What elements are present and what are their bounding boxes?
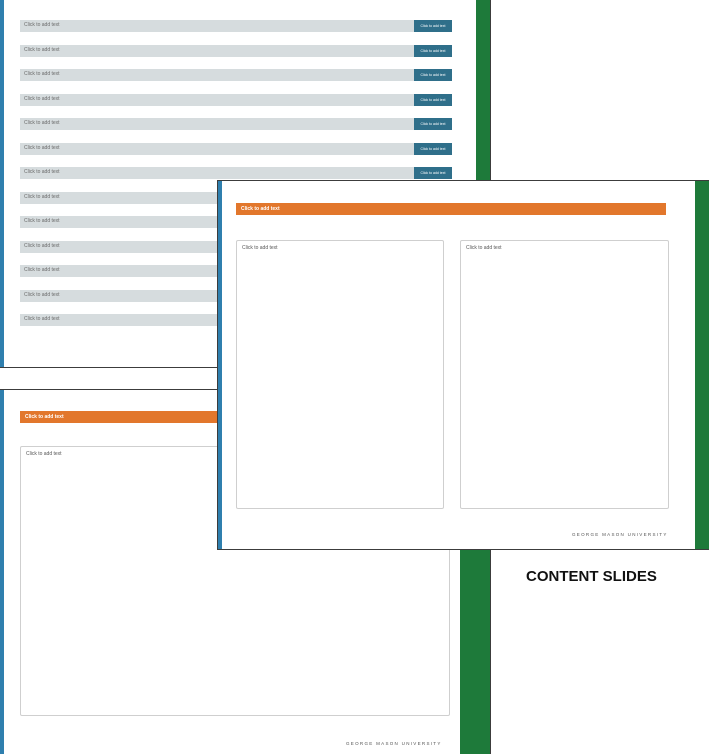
slide-footer-university: GEORGE MASON UNIVERSITY bbox=[572, 532, 668, 537]
content-placeholder-text: Click to add text bbox=[26, 451, 62, 457]
slide-footer-university: GEORGE MASON UNIVERSITY bbox=[346, 741, 442, 746]
list-row-button[interactable]: Click to add text bbox=[414, 44, 452, 57]
list-row[interactable]: Click to add text Click to add text bbox=[20, 167, 452, 179]
left-column-placeholder-box[interactable]: Click to add text bbox=[236, 240, 444, 509]
list-row-text: Click to add text bbox=[24, 71, 60, 77]
slide-title-placeholder: Click to add text bbox=[241, 206, 280, 212]
list-row-button[interactable]: Click to add text bbox=[414, 69, 452, 81]
list-row-text: Click to add text bbox=[24, 316, 60, 322]
list-row-text: Click to add text bbox=[24, 22, 60, 28]
list-row-button[interactable]: Click to add text bbox=[414, 20, 452, 32]
list-row[interactable]: Click to add text Click to add text bbox=[20, 44, 452, 57]
list-row-text: Click to add text bbox=[24, 95, 60, 102]
slide-left-accent-bar bbox=[0, 0, 4, 367]
list-row-button[interactable]: Click to add text bbox=[414, 118, 452, 130]
slide-title-placeholder: Click to add text bbox=[25, 414, 64, 420]
right-column-placeholder-text: Click to add text bbox=[466, 245, 502, 251]
list-row-button[interactable]: Click to add text bbox=[414, 142, 452, 155]
list-row-text: Click to add text bbox=[24, 242, 60, 249]
list-row[interactable]: Click to add text Click to add text bbox=[20, 93, 452, 106]
list-row[interactable]: Click to add text Click to add text bbox=[20, 69, 452, 81]
slide-right-accent-bar bbox=[695, 181, 709, 549]
slide-left-accent-bar bbox=[0, 390, 4, 754]
list-row-text: Click to add text bbox=[24, 46, 60, 53]
slide-left-accent-bar bbox=[218, 181, 222, 549]
right-column-placeholder-box[interactable]: Click to add text bbox=[460, 240, 669, 509]
list-row-text: Click to add text bbox=[24, 144, 60, 151]
two-column-slide-thumbnail[interactable]: Click to add text Click to add text Clic… bbox=[218, 181, 709, 549]
content-slides-caption: CONTENT SLIDES bbox=[526, 568, 657, 585]
list-row[interactable]: Click to add text Click to add text bbox=[20, 20, 452, 32]
list-row-text: Click to add text bbox=[24, 169, 60, 175]
list-row-text: Click to add text bbox=[24, 267, 60, 273]
list-row-text: Click to add text bbox=[24, 193, 60, 200]
list-row-text: Click to add text bbox=[24, 218, 60, 224]
slide-title-bar[interactable]: Click to add text bbox=[236, 203, 666, 215]
left-column-placeholder-text: Click to add text bbox=[242, 245, 278, 251]
list-row[interactable]: Click to add text Click to add text bbox=[20, 142, 452, 155]
list-row[interactable]: Click to add text Click to add text bbox=[20, 118, 452, 130]
list-row-button[interactable]: Click to add text bbox=[414, 93, 452, 106]
list-row-button[interactable]: Click to add text bbox=[414, 167, 452, 179]
list-row-text: Click to add text bbox=[24, 291, 60, 298]
list-row-text: Click to add text bbox=[24, 120, 60, 126]
